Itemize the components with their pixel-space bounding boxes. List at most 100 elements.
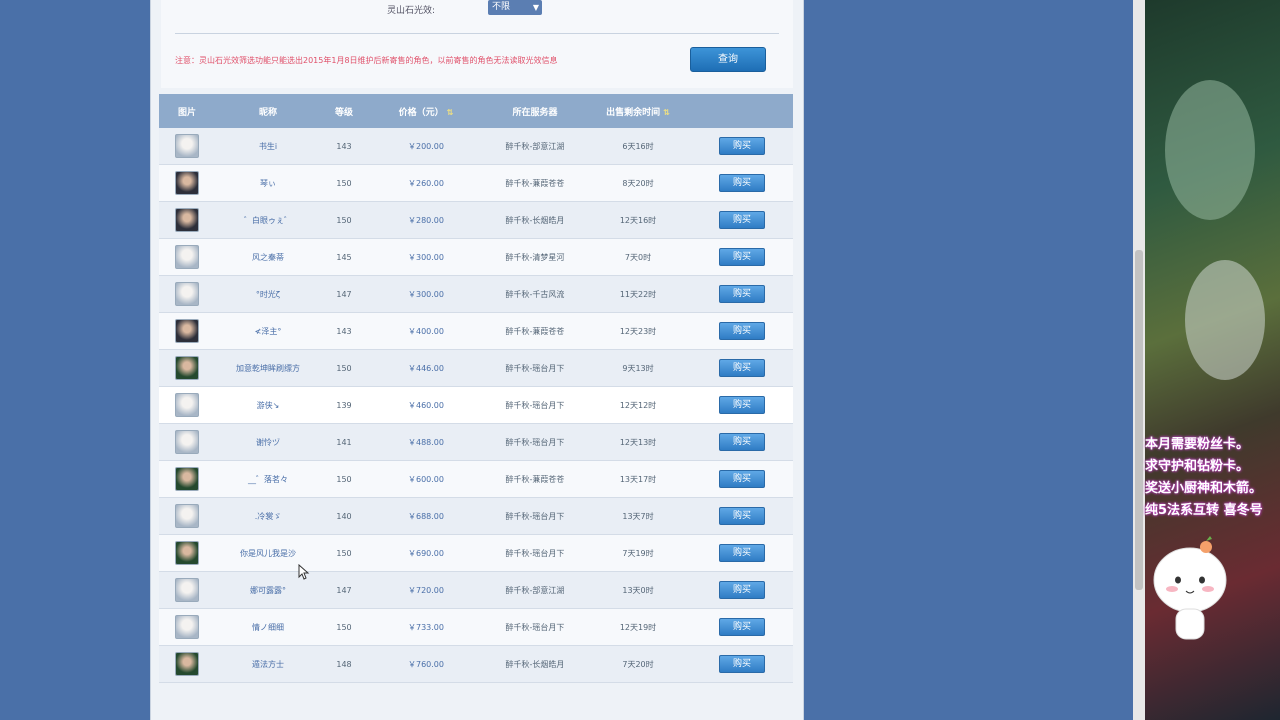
table-row: 谢怜ヅ 141 ￥488.00 醉千秋-瑶台月下 12天13时 购买 <box>159 424 793 461</box>
buy-button[interactable]: 购买 <box>719 248 765 266</box>
time-left: 11天22时 <box>619 289 657 299</box>
light-effect-value: 不限 <box>492 2 511 12</box>
seller-name[interactable]: 情ノ细细 <box>215 622 321 633</box>
avatar[interactable] <box>175 208 199 232</box>
time-left: 7天20时 <box>622 659 654 669</box>
seller-name[interactable]: 加意乾坤眸刷缥方 <box>215 363 321 374</box>
avatar-cell <box>159 208 215 232</box>
buy-button[interactable]: 购买 <box>719 322 765 340</box>
seller-name[interactable]: 遁法方士 <box>215 659 321 670</box>
avatar-cell <box>159 541 215 565</box>
time-left: 9天13时 <box>622 363 654 373</box>
avatar[interactable] <box>175 393 199 417</box>
time-left: 8天20时 <box>622 178 654 188</box>
price: ￥600.00 <box>408 474 444 484</box>
seller-name[interactable]: 游侠↘ <box>215 400 321 411</box>
header-price[interactable]: 价格（元） ⇅ <box>367 105 485 118</box>
seller-name[interactable]: ゛白眼ゥぇ゛ <box>215 215 321 226</box>
buy-button[interactable]: 购买 <box>719 655 765 673</box>
avatar[interactable] <box>175 578 199 602</box>
server: 醉千秋-部意江湖 <box>505 141 565 151</box>
action-cell: 购买 <box>691 433 793 451</box>
seller-name[interactable]: 娜可露露° <box>215 585 321 596</box>
avatar[interactable] <box>175 282 199 306</box>
avatar[interactable] <box>175 245 199 269</box>
price: ￥300.00 <box>408 289 444 299</box>
time-left: 7天19时 <box>622 548 654 558</box>
price: ￥760.00 <box>408 659 444 669</box>
seller-name[interactable]: 书生i <box>215 141 321 152</box>
avatar[interactable] <box>175 319 199 343</box>
avatar[interactable] <box>175 467 199 491</box>
server: 醉千秋-蒹葭苍苍 <box>505 178 565 188</box>
time-left: 12天23时 <box>619 326 657 336</box>
server: 醉千秋-清梦星河 <box>505 252 565 262</box>
avatar-cell <box>159 356 215 380</box>
buy-button[interactable]: 购买 <box>719 618 765 636</box>
server: 醉千秋-瑶台月下 <box>505 400 565 410</box>
filter-note: 注意：灵山石光效筛选功能只能选出2015年1月8日维护后新寄售的角色，以前寄售的… <box>175 56 558 65</box>
table-row: 你是风儿我是沙 150 ￥690.00 醉千秋-瑶台月下 7天19时 购买 <box>159 535 793 572</box>
avatar-cell <box>159 245 215 269</box>
time-left: 6天16时 <box>622 141 654 151</box>
level: 147 <box>336 585 352 595</box>
light-effect-label: 灵山石光效: <box>387 6 436 16</box>
avatar[interactable] <box>175 615 199 639</box>
price: ￥200.00 <box>408 141 444 151</box>
avatar[interactable] <box>175 652 199 676</box>
avatar[interactable] <box>175 134 199 158</box>
avatar[interactable] <box>175 504 199 528</box>
table-row: 遁法方士 148 ￥760.00 醉千秋-长烟皓月 7天20时 购买 <box>159 646 793 683</box>
seller-name[interactable]: __゛落茗々 <box>215 474 321 485</box>
table-body: 书生i 143 ￥200.00 醉千秋-部意江湖 6天16时 购买 琴ぃ 150 ￥260.00… <box>159 128 793 683</box>
buy-button[interactable]: 购买 <box>719 359 765 377</box>
query-button[interactable]: 查询 <box>690 47 766 72</box>
level: 150 <box>336 178 352 188</box>
buy-button[interactable]: 购买 <box>719 544 765 562</box>
scrollbar-thumb[interactable] <box>1135 250 1143 590</box>
table-row: ≮泽主° 143 ￥400.00 醉千秋-蒹葭苍苍 12天23时 购买 <box>159 313 793 350</box>
buy-button[interactable]: 购买 <box>719 581 765 599</box>
buy-button[interactable]: 购买 <box>719 174 765 192</box>
table-row: 游侠↘ 139 ￥460.00 醉千秋-瑶台月下 12天12时 购买 <box>159 387 793 424</box>
seller-name[interactable]: 谢怜ヅ <box>215 437 321 448</box>
avatar[interactable] <box>175 171 199 195</box>
buy-button[interactable]: 购买 <box>719 433 765 451</box>
avatar-cell <box>159 393 215 417</box>
seller-name[interactable]: °时光ζ <box>215 289 321 300</box>
table-row: 情ノ细细 150 ￥733.00 醉千秋-瑶台月下 12天19时 购买 <box>159 609 793 646</box>
price: ￥280.00 <box>408 215 444 225</box>
price: ￥688.00 <box>408 511 444 521</box>
buy-button[interactable]: 购买 <box>719 507 765 525</box>
header-time-left[interactable]: 出售剩余时间 ⇅ <box>585 105 691 118</box>
seller-name[interactable]: .冷裳ゞ <box>215 511 321 522</box>
buy-button[interactable]: 购买 <box>719 396 765 414</box>
sort-icon[interactable]: ⇅ <box>663 108 670 117</box>
buy-button[interactable]: 购买 <box>719 137 765 155</box>
buy-button[interactable]: 购买 <box>719 285 765 303</box>
seller-name[interactable]: ≮泽主° <box>215 326 321 337</box>
table-row: 风之秦蒂 145 ￥300.00 醉千秋-清梦星河 7天0时 购买 <box>159 239 793 276</box>
seller-name[interactable]: 琴ぃ <box>215 178 321 189</box>
action-cell: 购买 <box>691 322 793 340</box>
avatar[interactable] <box>175 541 199 565</box>
page-scrollbar[interactable] <box>1133 0 1145 720</box>
video-background <box>1165 80 1255 220</box>
action-cell: 购买 <box>691 285 793 303</box>
avatar[interactable] <box>175 356 199 380</box>
seller-name[interactable]: 你是风儿我是沙 <box>215 548 321 559</box>
buy-button[interactable]: 购买 <box>719 470 765 488</box>
avatar-cell <box>159 504 215 528</box>
action-cell: 购买 <box>691 248 793 266</box>
header-server: 所在服务器 <box>512 107 558 118</box>
price: ￥260.00 <box>408 178 444 188</box>
server: 醉千秋-蒹葭苍苍 <box>505 474 565 484</box>
light-effect-select[interactable]: 不限 ▼ <box>488 0 542 15</box>
action-cell: 购买 <box>691 470 793 488</box>
avatar[interactable] <box>175 430 199 454</box>
level: 147 <box>336 289 352 299</box>
table-row: .冷裳ゞ 140 ￥688.00 醉千秋-瑶台月下 13天7时 购买 <box>159 498 793 535</box>
buy-button[interactable]: 购买 <box>719 211 765 229</box>
sort-icon[interactable]: ⇅ <box>447 108 454 117</box>
seller-name[interactable]: 风之秦蒂 <box>215 252 321 263</box>
